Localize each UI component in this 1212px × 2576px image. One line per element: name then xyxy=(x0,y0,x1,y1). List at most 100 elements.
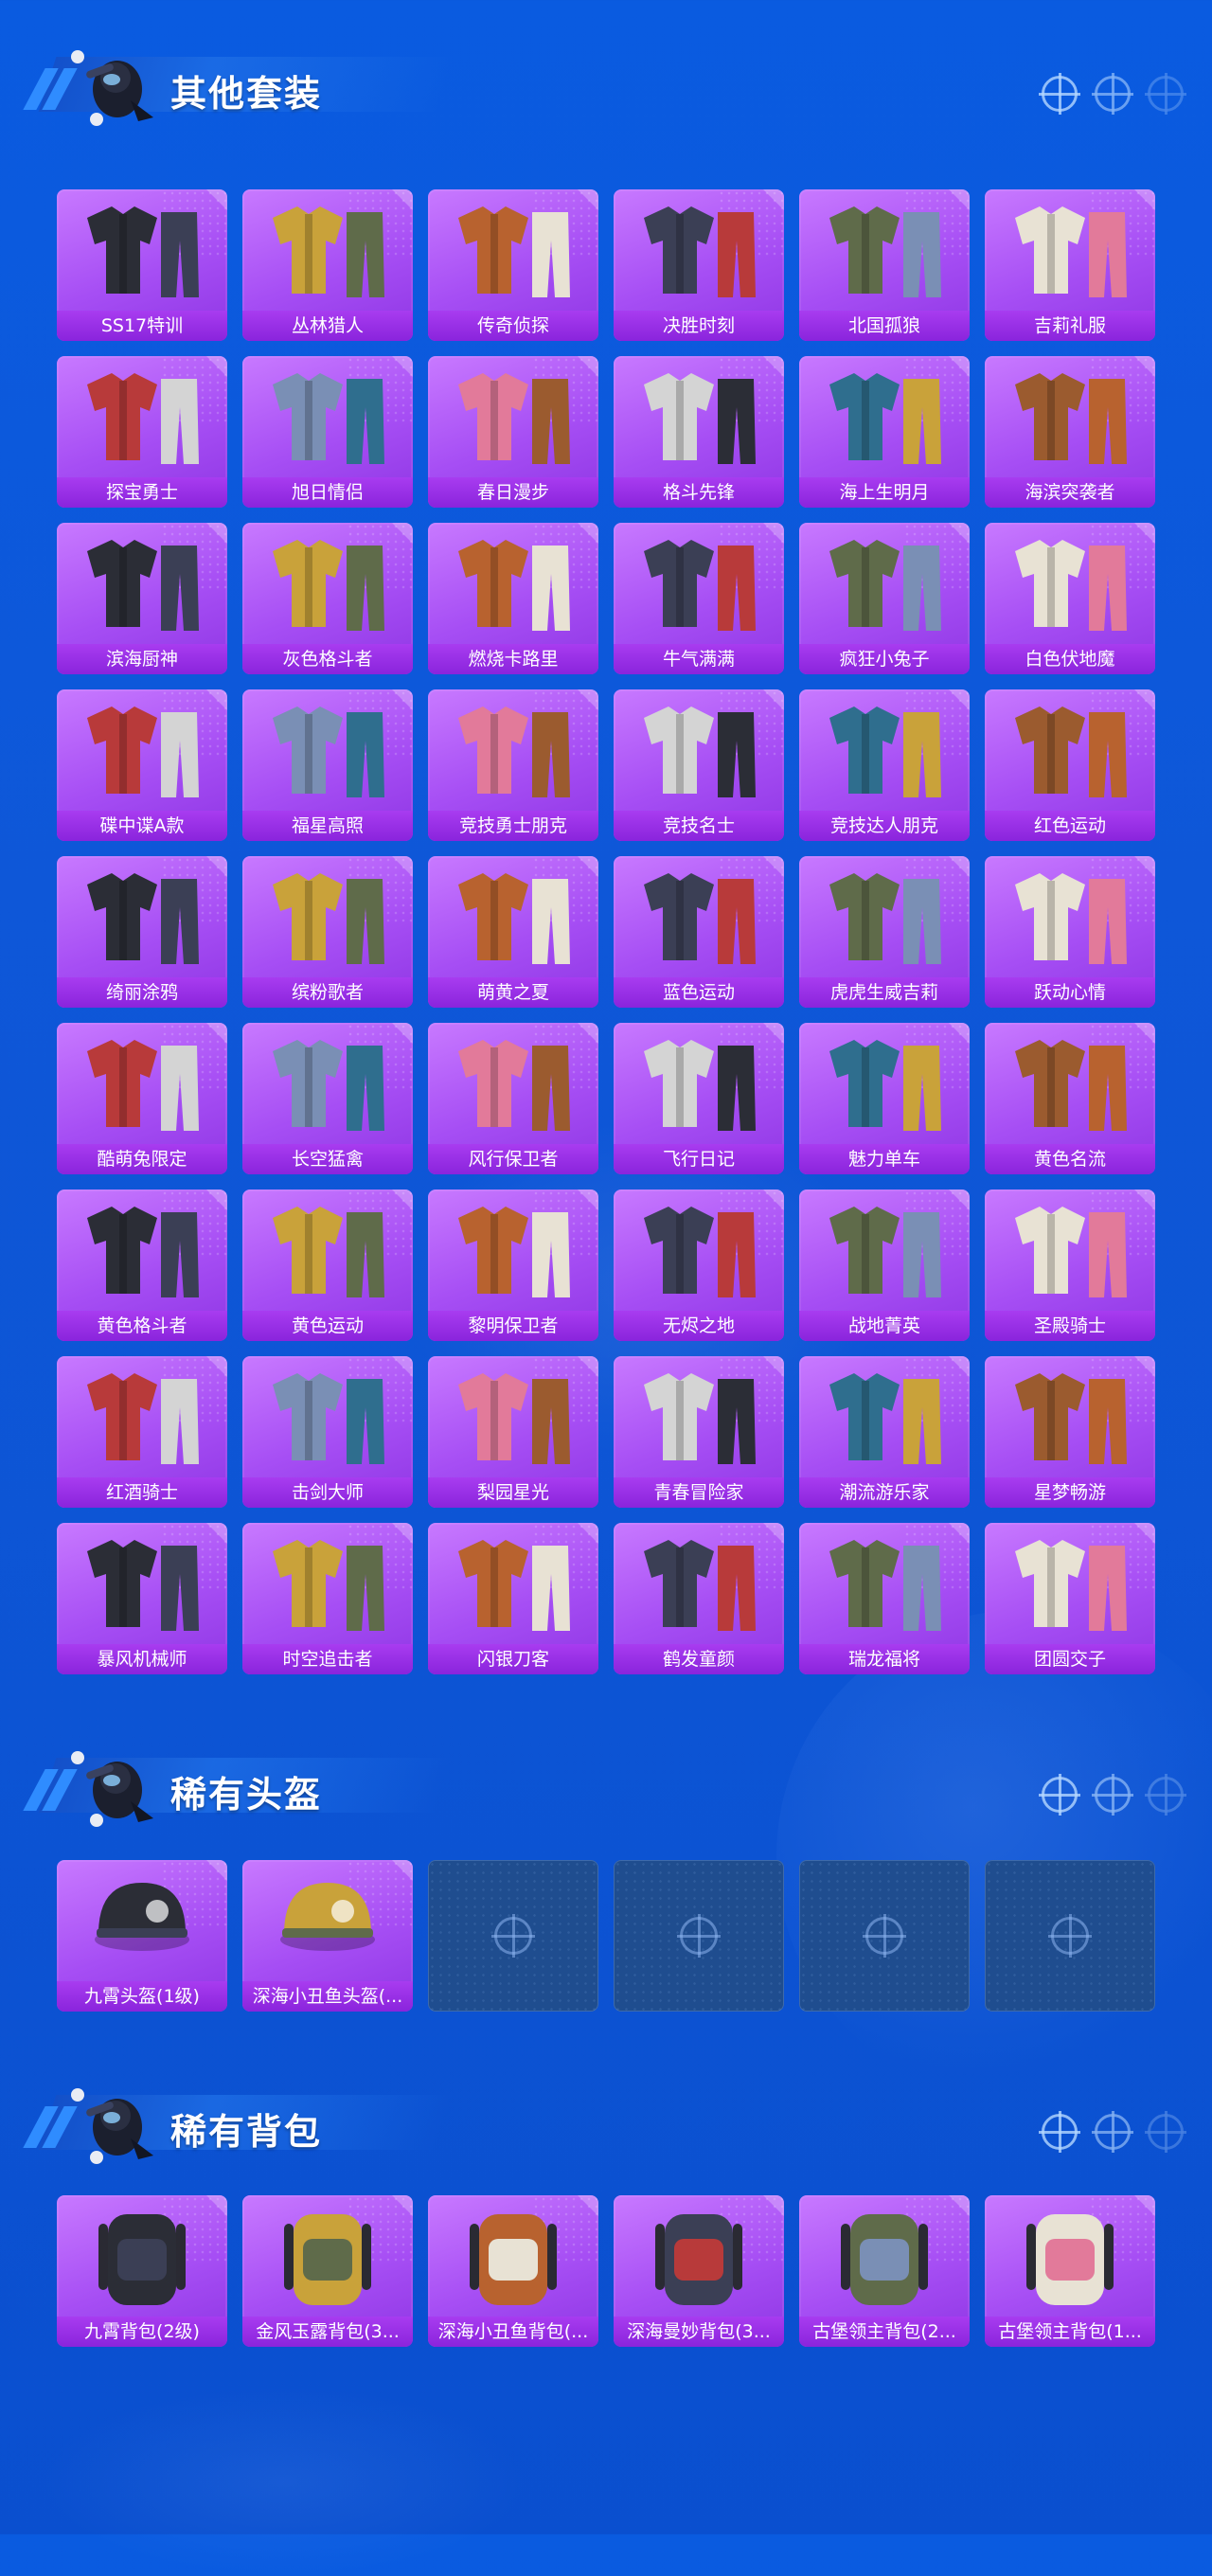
backpack-card[interactable]: 深海曼妙背包(3... xyxy=(614,2195,784,2347)
corner-decor xyxy=(949,1023,970,1044)
outfit-card[interactable]: 虎虎生威吉莉 xyxy=(799,856,970,1008)
outfit-card[interactable]: 鹤发童颜 xyxy=(614,1523,784,1674)
crosshair-decor xyxy=(1039,2111,1186,2153)
item-name: 星梦畅游 xyxy=(985,1477,1155,1508)
outfit-card[interactable]: 福星高照 xyxy=(242,689,413,841)
corner-decor xyxy=(206,1860,227,1881)
outfit-card[interactable]: 缤粉歌者 xyxy=(242,856,413,1008)
outfit-card[interactable]: 竞技达人朋克 xyxy=(799,689,970,841)
outfit-card[interactable]: 红色运动 xyxy=(985,689,1155,841)
outfit-card[interactable]: 时空追击者 xyxy=(242,1523,413,1674)
outfit-card[interactable]: 红酒骑士 xyxy=(57,1356,227,1508)
outfit-card[interactable]: 探宝勇士 xyxy=(57,356,227,508)
outfit-card[interactable]: 跃动心情 xyxy=(985,856,1155,1008)
item-name: 萌黄之夏 xyxy=(428,977,598,1008)
outfit-card[interactable]: 飞行日记 xyxy=(614,1023,784,1174)
outfit-icon xyxy=(829,1040,941,1131)
corner-decor xyxy=(392,1356,413,1377)
outfit-card[interactable]: 牛气满满 xyxy=(614,523,784,674)
outfit-card[interactable]: 滨海厨神 xyxy=(57,523,227,674)
outfit-card[interactable]: 海上生明月 xyxy=(799,356,970,508)
outfit-card[interactable]: 无烬之地 xyxy=(614,1190,784,1341)
outfit-icon xyxy=(87,540,199,631)
outfit-card[interactable]: 北国孤狼 xyxy=(799,189,970,341)
helmet-card[interactable]: 深海小丑鱼头盔(... xyxy=(242,1860,413,2012)
item-name: 蓝色运动 xyxy=(614,977,784,1008)
outfit-card[interactable]: 梨园星光 xyxy=(428,1356,598,1508)
outfit-card[interactable]: 吉莉礼服 xyxy=(985,189,1155,341)
outfit-card[interactable]: 决胜时刻 xyxy=(614,189,784,341)
item-name: 滨海厨神 xyxy=(57,644,227,674)
outfit-card[interactable]: 暴风机械师 xyxy=(57,1523,227,1674)
outfit-card[interactable]: 酷萌兔限定 xyxy=(57,1023,227,1174)
outfit-card[interactable]: 潮流游乐家 xyxy=(799,1356,970,1508)
backpack-card[interactable]: 古堡领主背包(2... xyxy=(799,2195,970,2347)
corner-decor xyxy=(206,1523,227,1544)
outfit-card[interactable]: 春日漫步 xyxy=(428,356,598,508)
backpack-card[interactable]: 金风玉露背包(3... xyxy=(242,2195,413,2347)
outfit-icon xyxy=(829,707,941,797)
item-name: 无烬之地 xyxy=(614,1311,784,1341)
outfit-card[interactable]: 碟中谍A款 xyxy=(57,689,227,841)
outfit-card[interactable]: 瑞龙福将 xyxy=(799,1523,970,1674)
outfit-card[interactable]: SS17特训 xyxy=(57,189,227,341)
section-title: 稀有背包 xyxy=(170,2111,323,2153)
outfit-icon xyxy=(1015,540,1127,631)
outfit-card[interactable]: 海滨突袭者 xyxy=(985,356,1155,508)
backpack-card[interactable]: 九霄背包(2级) xyxy=(57,2195,227,2347)
outfit-card[interactable]: 传奇侦探 xyxy=(428,189,598,341)
item-name: 牛气满满 xyxy=(614,644,784,674)
outfit-icon xyxy=(829,1373,941,1464)
background-parachute-glow xyxy=(776,1610,1212,2102)
outfit-card[interactable]: 风行保卫者 xyxy=(428,1023,598,1174)
outfit-card[interactable]: 旭日情侣 xyxy=(242,356,413,508)
outfit-icon xyxy=(458,1207,570,1297)
outfit-card[interactable]: 竞技名士 xyxy=(614,689,784,841)
outfit-card[interactable]: 黎明保卫者 xyxy=(428,1190,598,1341)
outfit-card[interactable]: 绮丽涂鸦 xyxy=(57,856,227,1008)
outfit-card[interactable]: 星梦畅游 xyxy=(985,1356,1155,1508)
corner-decor xyxy=(206,689,227,710)
item-name: 灰色格斗者 xyxy=(242,644,413,674)
outfit-icon xyxy=(1015,206,1127,297)
crosshair-icon xyxy=(677,1914,721,1958)
outfit-card[interactable]: 疯狂小兔子 xyxy=(799,523,970,674)
item-name: 红酒骑士 xyxy=(57,1477,227,1508)
outfit-card[interactable]: 长空猛禽 xyxy=(242,1023,413,1174)
item-name: 丛林猎人 xyxy=(242,311,413,341)
outfit-card[interactable]: 竞技勇士朋克 xyxy=(428,689,598,841)
outfit-icon xyxy=(829,873,941,964)
outfit-card[interactable]: 萌黄之夏 xyxy=(428,856,598,1008)
outfit-card[interactable]: 燃烧卡路里 xyxy=(428,523,598,674)
item-name: 竞技勇士朋克 xyxy=(428,811,598,841)
outfit-card[interactable]: 黄色格斗者 xyxy=(57,1190,227,1341)
crosshair-icon xyxy=(1145,1774,1186,1816)
outfit-card[interactable]: 团圆交子 xyxy=(985,1523,1155,1674)
outfit-card[interactable]: 丛林猎人 xyxy=(242,189,413,341)
outfit-icon xyxy=(1015,873,1127,964)
helmet-card[interactable]: 九霄头盔(1级) xyxy=(57,1860,227,2012)
backpack-icon xyxy=(284,2214,371,2305)
outfit-card[interactable]: 击剑大师 xyxy=(242,1356,413,1508)
item-name: 时空追击者 xyxy=(242,1644,413,1674)
backpack-card[interactable]: 深海小丑鱼背包(... xyxy=(428,2195,598,2347)
outfit-card[interactable]: 圣殿骑士 xyxy=(985,1190,1155,1341)
outfit-card[interactable]: 蓝色运动 xyxy=(614,856,784,1008)
corner-decor xyxy=(578,189,598,210)
outfit-card[interactable]: 白色伏地魔 xyxy=(985,523,1155,674)
outfit-card[interactable]: 黄色运动 xyxy=(242,1190,413,1341)
outfit-card[interactable]: 黄色名流 xyxy=(985,1023,1155,1174)
outfit-card[interactable]: 青春冒险家 xyxy=(614,1356,784,1508)
corner-decor xyxy=(206,189,227,210)
section-header-helmets: 稀有头盔 xyxy=(23,1731,1186,1835)
outfit-icon xyxy=(458,373,570,464)
outfit-icon xyxy=(273,1373,384,1464)
outfit-card[interactable]: 格斗先锋 xyxy=(614,356,784,508)
outfit-card[interactable]: 战地菁英 xyxy=(799,1190,970,1341)
outfit-card[interactable]: 魅力单车 xyxy=(799,1023,970,1174)
backpack-card[interactable]: 古堡领主背包(1... xyxy=(985,2195,1155,2347)
item-name: 跃动心情 xyxy=(985,977,1155,1008)
outfit-card[interactable]: 灰色格斗者 xyxy=(242,523,413,674)
outfit-card[interactable]: 闪银刀客 xyxy=(428,1523,598,1674)
item-name: 虎虎生威吉莉 xyxy=(799,977,970,1008)
